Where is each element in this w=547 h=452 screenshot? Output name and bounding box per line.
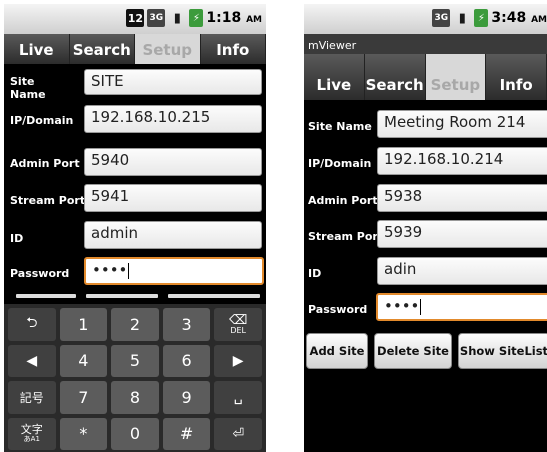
delete-site-button[interactable]: Delete Site [374,333,452,369]
tab-live[interactable]: Live [4,34,70,64]
network-3g-icon: 3G [432,9,451,27]
soft-keyboard: ⮌ 1 2 3 ⌫ DEL ◀ 4 5 6 ▶ 記号 7 8 9 ␣ 文字 あA1 … [4,294,266,452]
password-input[interactable]: •••• [376,293,547,321]
password-mask: •••• [92,261,128,279]
status-bar: 12 3G ▮ ⚡ 1:18 AM [4,4,266,34]
site-name-input[interactable]: Meeting Room 214 [377,110,547,138]
app-title: mViewer [304,34,547,54]
cursor-right-key[interactable]: ▶ [214,344,262,377]
site-name-label: Site Name [308,120,372,133]
id-label: ID [10,232,24,245]
suggestion-strip [168,294,260,298]
admin-port-label: Admin Port [10,157,80,170]
add-site-button[interactable]: Add Site [306,333,368,369]
battery-icon: ⚡ [474,9,489,27]
key-2[interactable]: 2 [111,308,159,341]
id-input[interactable]: adin [377,257,547,285]
key-asterisk[interactable]: * [59,417,108,450]
tab-live[interactable]: Live [304,54,365,100]
show-sitelist-button[interactable]: Show SiteList [458,333,547,369]
tab-setup[interactable]: Setup [425,54,487,100]
notification-count-icon: 12 [126,9,145,27]
undo-key[interactable]: ⮌ [8,308,56,341]
suggestion-strip [16,294,76,298]
network-3g-icon: 3G [147,9,166,27]
tab-setup[interactable]: Setup [135,34,201,64]
stream-port-label: Stream Port [10,194,86,207]
phone-screen-keyboard: 12 3G ▮ ⚡ 1:18 AM Live Search Setup Info… [4,4,266,452]
ip-domain-input[interactable]: 192.168.10.214 [377,147,547,175]
admin-port-input[interactable]: 5940 [84,148,262,176]
password-mask: •••• [384,297,420,315]
suggestion-strip [86,294,158,298]
key-5[interactable]: 5 [111,344,159,377]
key-8[interactable]: 8 [111,381,159,414]
battery-icon: ⚡ [189,9,204,27]
cursor-left-key[interactable]: ◀ [8,344,56,377]
status-bar: 3G ▮ ⚡ 3:48 AM [304,4,547,34]
site-name-label: Site Name [10,75,46,101]
key-9[interactable]: 9 [162,381,211,414]
ip-domain-label: IP/Domain [308,157,372,170]
text-caret [420,298,422,315]
key-6[interactable]: 6 [162,344,211,377]
site-name-input[interactable]: SITE [84,69,262,95]
signal-icon: ▮ [458,10,466,26]
admin-port-input[interactable]: 5938 [377,184,547,212]
key-7[interactable]: 7 [59,381,108,414]
tab-info[interactable]: Info [486,54,547,100]
status-time: 3:48 AM [491,10,547,26]
key-0[interactable]: 0 [111,417,159,450]
phone-screen-setup: 3G ▮ ⚡ 3:48 AM mViewer Live Search Setup… [304,4,547,452]
symbol-key[interactable]: 記号 [8,381,56,414]
status-time: 1:18 AM [206,10,262,26]
stream-port-label: Stream Port [308,230,384,243]
admin-port-label: Admin Port [308,194,378,207]
tab-info[interactable]: Info [200,34,266,64]
signal-icon: ▮ [173,10,181,26]
enter-key[interactable]: ⏎ [214,417,262,450]
key-hash[interactable]: # [162,417,211,450]
tab-bar: Live Search Setup Info [304,54,547,100]
input-mode-sub: あA1 [23,434,40,443]
ip-domain-input[interactable]: 192.168.10.215 [84,105,262,133]
text-caret [128,262,130,279]
delete-key[interactable]: ⌫ DEL [214,308,262,341]
stream-port-input[interactable]: 5939 [377,220,547,248]
id-label: ID [308,267,322,280]
input-mode-key[interactable]: 文字 あA1 [8,417,56,450]
space-key[interactable]: ␣ [214,381,262,414]
tab-search[interactable]: Search [364,54,426,100]
tab-bar: Live Search Setup Info [4,34,266,64]
password-label: Password [308,303,368,316]
tab-search[interactable]: Search [69,34,135,64]
del-label: DEL [230,325,247,335]
key-1[interactable]: 1 [59,308,108,341]
backspace-icon: ⌫ [228,312,248,328]
password-label: Password [10,267,70,280]
id-input[interactable]: admin [84,221,262,249]
key-4[interactable]: 4 [59,344,108,377]
ip-domain-label: IP/Domain [10,114,74,127]
key-3[interactable]: 3 [162,308,211,341]
password-input[interactable]: •••• [84,257,264,285]
stream-port-input[interactable]: 5941 [84,184,262,212]
